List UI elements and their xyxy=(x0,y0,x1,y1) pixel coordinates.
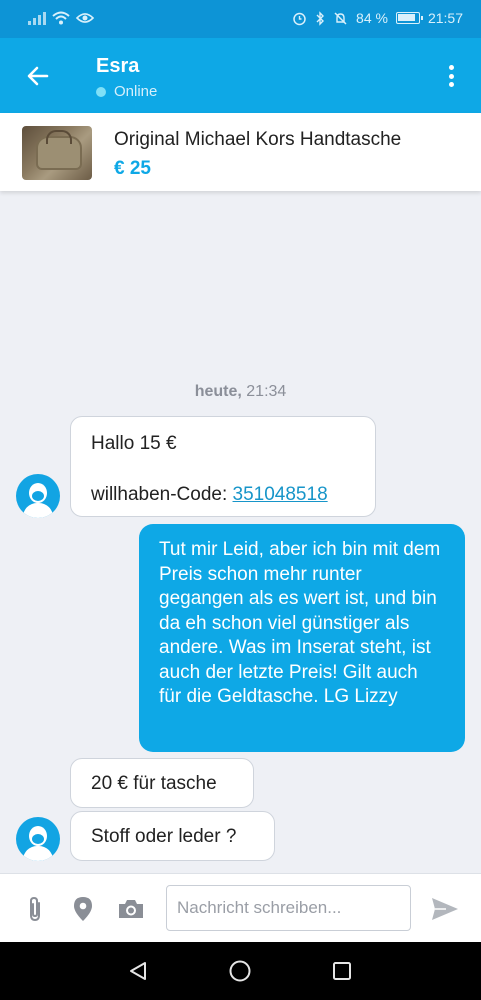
contact-name: Esra xyxy=(96,55,140,77)
mute-icon xyxy=(334,11,347,25)
alarm-icon xyxy=(293,12,306,25)
system-navigation-bar xyxy=(0,942,481,1000)
date-separator: heute, 21:34 xyxy=(0,383,481,401)
status-bar: 84 % 21:57 xyxy=(0,0,481,38)
battery-icon xyxy=(395,12,423,24)
message-text: Hallo 15 € xyxy=(91,433,177,454)
paperclip-icon xyxy=(30,896,40,922)
listing-thumbnail[interactable] xyxy=(22,126,92,180)
status-right-icons: 84 % 21:57 xyxy=(292,10,463,26)
location-pin-icon xyxy=(74,897,92,921)
location-button[interactable] xyxy=(68,894,98,924)
attach-button[interactable] xyxy=(20,894,50,924)
menu-dot xyxy=(448,65,454,70)
avatar-body-icon xyxy=(23,846,53,861)
nav-home-button[interactable] xyxy=(226,957,254,985)
date-separator-day: heute, xyxy=(194,383,242,400)
camera-icon xyxy=(119,900,143,918)
composer xyxy=(0,873,481,942)
listing-card[interactable]: Original Michael Kors Handtasche € 25 xyxy=(0,113,481,191)
square-recents-icon xyxy=(333,962,351,980)
online-dot-icon xyxy=(96,86,106,97)
bluetooth-icon xyxy=(316,10,325,26)
message-text: 20 € für tasche xyxy=(91,773,217,794)
send-icon xyxy=(432,898,458,920)
message-text: Tut mir Leid, aber ich bin mit dem Preis… xyxy=(159,539,441,707)
overflow-menu-button[interactable] xyxy=(439,62,463,90)
back-button[interactable] xyxy=(22,60,54,92)
nav-back-button[interactable] xyxy=(124,957,152,985)
menu-dot xyxy=(448,73,454,79)
signal-icon xyxy=(28,11,46,25)
outgoing-message[interactable]: Tut mir Leid, aber ich bin mit dem Preis… xyxy=(139,524,465,752)
incoming-message[interactable]: Hallo 15 € willhaben-Code: 351048518 xyxy=(70,416,376,517)
message-text: Stoff oder leder ? xyxy=(91,826,237,847)
avatar-head-icon xyxy=(29,826,47,846)
message-input[interactable] xyxy=(166,885,411,931)
avatar xyxy=(16,474,60,518)
send-button[interactable] xyxy=(430,894,460,924)
chat-header: Esra Online xyxy=(0,38,481,113)
avatar-body-icon xyxy=(23,503,53,518)
avatar-head-icon xyxy=(29,483,47,503)
willhaben-code-link[interactable]: 351048518 xyxy=(233,484,328,505)
triangle-back-icon xyxy=(130,962,146,980)
online-status-label: Online xyxy=(114,83,158,100)
clock: 21:57 xyxy=(427,10,463,26)
avatar xyxy=(16,817,60,861)
date-separator-time: 21:34 xyxy=(246,383,287,400)
incoming-message[interactable]: 20 € für tasche xyxy=(70,758,254,808)
listing-title: Original Michael Kors Handtasche xyxy=(114,129,402,150)
incoming-message[interactable]: Stoff oder leder ? xyxy=(70,811,275,861)
message-list[interactable]: heute, 21:34 Hallo 15 € willhaben-Code: … xyxy=(0,191,481,873)
status-left-icons xyxy=(28,11,94,25)
online-status: Online xyxy=(96,83,157,100)
menu-dot xyxy=(448,82,454,87)
message-code-row: willhaben-Code: 351048518 xyxy=(91,484,328,506)
arrow-left-icon xyxy=(27,66,49,86)
camera-button[interactable] xyxy=(116,894,146,924)
code-label: willhaben-Code: xyxy=(91,484,228,505)
circle-home-icon xyxy=(229,960,251,982)
battery-percent: 84 % xyxy=(356,10,388,26)
wifi-icon xyxy=(52,11,70,25)
nav-recents-button[interactable] xyxy=(328,957,356,985)
eye-icon xyxy=(76,13,94,23)
listing-price: € 25 xyxy=(114,158,151,179)
